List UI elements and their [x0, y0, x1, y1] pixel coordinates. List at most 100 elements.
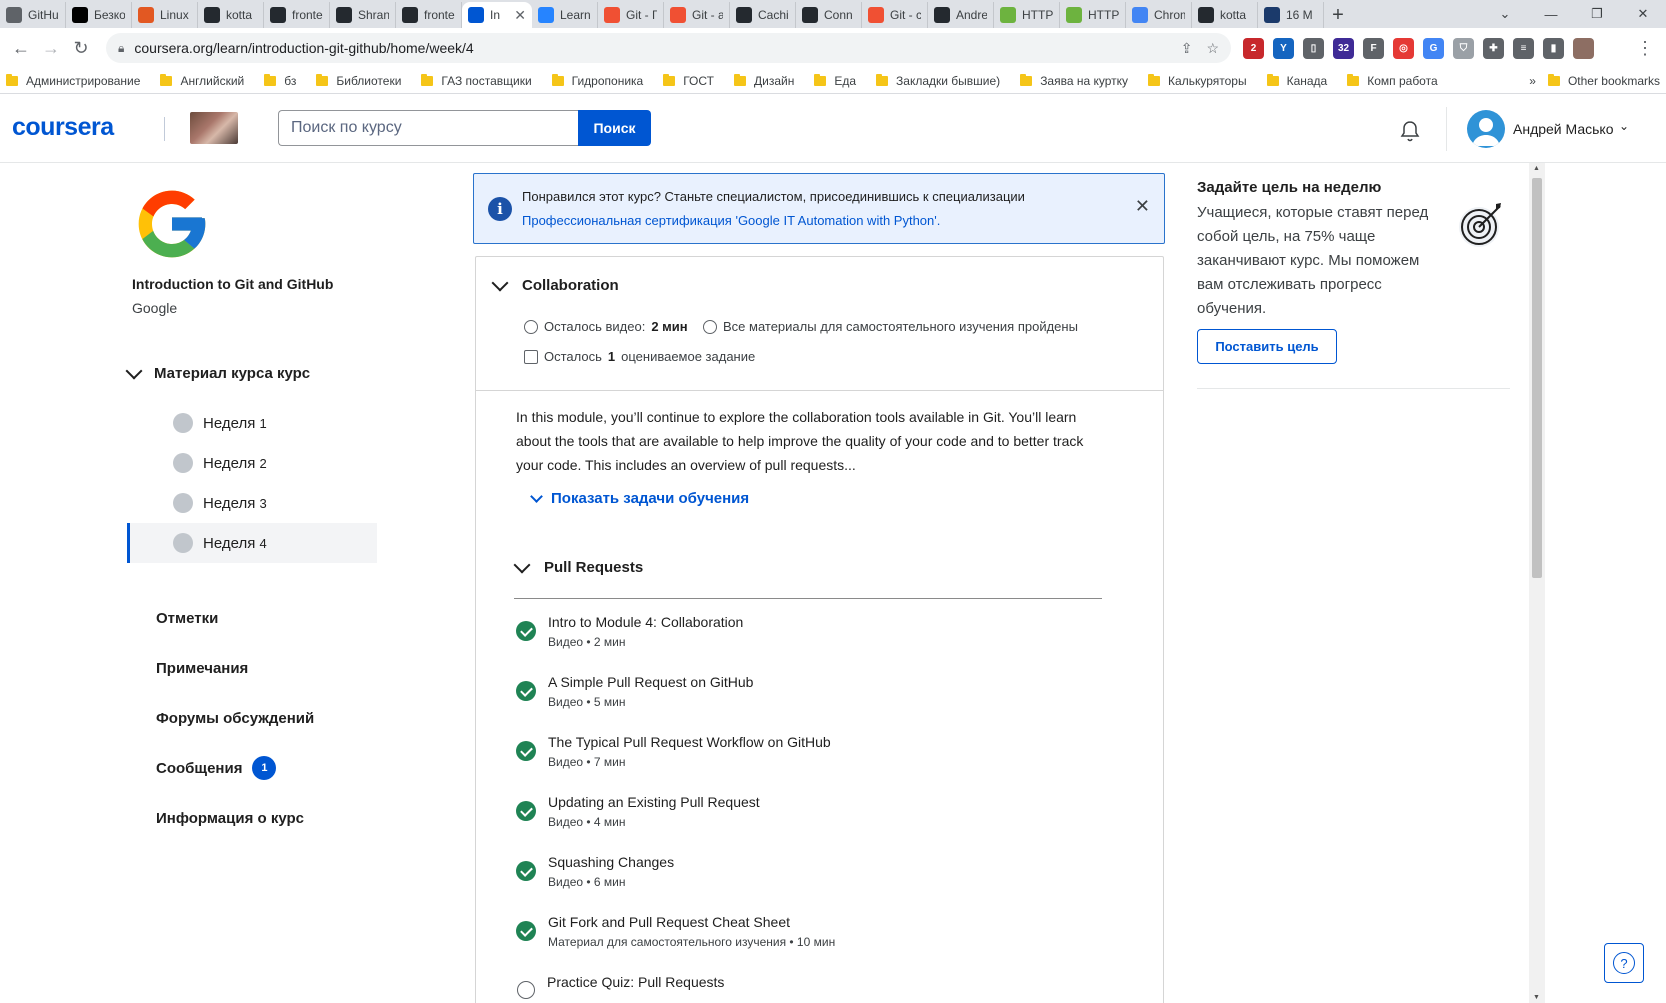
browser-tab[interactable]: 16 M [1258, 2, 1324, 28]
lesson-item[interactable]: Git Fork and Pull Request Cheat Sheet Мат… [516, 912, 1096, 972]
browser-tab[interactable]: Linux [132, 2, 198, 28]
lesson-item-title[interactable]: Updating an Existing Pull Request [548, 792, 760, 812]
bookmark-folder[interactable]: ГОСТ [663, 73, 714, 88]
minimize-button[interactable]: — [1528, 0, 1574, 28]
bookmark-star-icon[interactable]: ☆ [1206, 40, 1219, 57]
browser-tab[interactable]: fronte [264, 2, 330, 28]
bookmark-folder[interactable]: Закладки бывшие) [876, 73, 1000, 88]
other-bookmarks[interactable]: Other bookmarks [1547, 73, 1660, 88]
browser-tab[interactable]: kotta [198, 2, 264, 28]
back-button[interactable]: ← [6, 33, 36, 63]
lesson-item-title[interactable]: Git Fork and Pull Request Cheat Sheet [548, 912, 835, 932]
sidebar-week-4[interactable]: Неделя 4 [127, 523, 377, 563]
shield-icon[interactable]: ⛉ [1453, 37, 1474, 59]
browser-tab[interactable]: Git - с [862, 2, 928, 28]
browser-tab[interactable]: fronte [396, 2, 462, 28]
chevron-down-icon[interactable]: ⌄ [1619, 119, 1629, 133]
page-scrollbar[interactable]: ▲ ▼ [1529, 163, 1545, 1003]
bookmark-folder[interactable]: Библиотеки [316, 73, 401, 88]
avatar[interactable] [1467, 110, 1505, 148]
reload-button[interactable]: ↻ [66, 33, 96, 63]
search-input[interactable]: Поиск по курсу [278, 110, 578, 146]
grad-icon[interactable]: 32 [1333, 37, 1354, 59]
sidebar-week-3[interactable]: Неделя 3 [127, 483, 377, 523]
sidebar-link[interactable]: Отметки [156, 593, 314, 643]
browser-tab[interactable]: Learn [532, 2, 598, 28]
browser-tab[interactable]: Chrom [1126, 2, 1192, 28]
lesson-item-title[interactable]: The Typical Pull Request Workflow on Git… [548, 732, 831, 752]
restore-button[interactable]: ❐ [1574, 0, 1620, 28]
close-tab-icon[interactable]: ✕ [514, 7, 526, 24]
browser-tab[interactable]: Безко [66, 2, 132, 28]
help-button[interactable]: ? [1604, 943, 1644, 983]
bookmarks-overflow-button[interactable]: » [1529, 74, 1536, 88]
lesson-item-title[interactable]: Practice Quiz: Pull Requests [547, 972, 724, 992]
bookmark-folder[interactable]: Заява на куртку [1020, 73, 1128, 88]
browser-tab[interactable]: Conn [796, 2, 862, 28]
scrollbar-thumb[interactable] [1532, 178, 1542, 578]
translate-icon[interactable]: G [1423, 37, 1444, 59]
bookmark-folder[interactable]: бз [264, 73, 296, 88]
course-title[interactable]: Introduction to Git and GitHub [132, 276, 333, 292]
search-button[interactable]: Поиск [578, 110, 651, 146]
close-window-button[interactable]: ✕ [1620, 0, 1666, 28]
bookmark-folder[interactable]: ГАЗ поставщики [421, 73, 532, 88]
browser-tab[interactable]: Andre [928, 2, 994, 28]
bookmark-folder[interactable]: Дизайн [734, 73, 794, 88]
bookmark-folder[interactable]: Канада [1266, 73, 1327, 88]
bookmark-folder[interactable]: Комп работа [1347, 73, 1438, 88]
sidebar-link[interactable]: Форумы обсуждений [156, 693, 314, 743]
browser-tab[interactable]: HTTP [1060, 2, 1126, 28]
bookmark-folder[interactable]: Английский [160, 73, 244, 88]
lesson-item[interactable]: Intro to Module 4: Collaboration Видео • … [516, 612, 1096, 672]
lesson-item[interactable]: The Typical Pull Request Workflow on Git… [516, 732, 1096, 792]
trash-icon[interactable]: ▯ [1303, 37, 1324, 59]
browser-tab[interactable]: In ✕ [462, 2, 532, 28]
profile-icon[interactable] [1573, 37, 1594, 59]
course-material-toggle[interactable]: Материал курса курс [125, 362, 310, 382]
lesson-item[interactable]: Squashing Changes Видео • 6 мин [516, 852, 1096, 912]
sidepanel-icon[interactable]: ▮ [1543, 37, 1564, 59]
bookmark-folder[interactable]: Калькуряторы [1148, 73, 1247, 88]
specialization-link[interactable]: Профессиональная сертификация 'Google IT… [522, 213, 940, 228]
lesson-item-title[interactable]: Intro to Module 4: Collaboration [548, 612, 743, 632]
puzzle-icon[interactable]: ✚ [1483, 37, 1504, 59]
list-icon[interactable]: ≡ [1513, 37, 1534, 59]
address-bar[interactable]: 🔒︎ coursera.org/learn/introduction-git-g… [106, 33, 1231, 63]
show-objectives-button[interactable]: Показать задачи обучения [530, 489, 749, 507]
browser-tab[interactable]: kotta [1192, 2, 1258, 28]
share-icon[interactable]: ⇪ [1181, 40, 1193, 57]
abp-icon[interactable]: 2 [1243, 37, 1264, 59]
lock-icon[interactable]: 🔒︎ [118, 41, 124, 56]
browser-tab[interactable]: Cachi [730, 2, 796, 28]
lesson-item-title[interactable]: Squashing Changes [548, 852, 674, 872]
lesson-item[interactable]: Practice Quiz: Pull Requests [516, 972, 1096, 1003]
partner-logo[interactable] [190, 112, 238, 144]
browser-tab[interactable]: Git - а [664, 2, 730, 28]
browser-tab[interactable]: Git - Г [598, 2, 664, 28]
lesson-toggle[interactable]: Pull Requests [513, 556, 1102, 599]
scroll-down-icon[interactable]: ▼ [1533, 994, 1540, 1001]
bell-icon[interactable] [1398, 119, 1422, 143]
sidebar-link[interactable]: Сообщения 1 [156, 743, 314, 793]
f-icon[interactable]: F [1363, 37, 1384, 59]
bookmark-folder[interactable]: Гидропоника [551, 73, 643, 88]
sidebar-link[interactable]: Примечания [156, 643, 314, 693]
scroll-up-icon[interactable]: ▲ [1533, 165, 1540, 172]
browser-tab[interactable]: Shran [330, 2, 396, 28]
bookmark-folder[interactable]: Администрирование [6, 73, 140, 88]
bookmark-folder[interactable]: Еда [814, 73, 856, 88]
vpn-icon[interactable]: Y [1273, 37, 1294, 59]
sidebar-week-2[interactable]: Неделя 2 [127, 443, 377, 483]
lesson-item-title[interactable]: A Simple Pull Request on GitHub [548, 672, 753, 692]
browser-tab[interactable]: GitHu [0, 2, 66, 28]
lesson-item[interactable]: Updating an Existing Pull Request Видео •… [516, 792, 1096, 852]
sidebar-link[interactable]: Информация о курс [156, 793, 314, 843]
menu-icon[interactable]: ⋮ [1630, 33, 1660, 63]
set-goal-button[interactable]: Поставить цель [1197, 329, 1337, 364]
lesson-item[interactable]: A Simple Pull Request on GitHub Видео • 5… [516, 672, 1096, 732]
close-icon[interactable]: ✕ [1135, 196, 1150, 217]
module-toggle[interactable]: Collaboration [491, 274, 619, 294]
browser-tab[interactable]: HTTP [994, 2, 1060, 28]
sidebar-week-1[interactable]: Неделя 1 [127, 403, 377, 443]
